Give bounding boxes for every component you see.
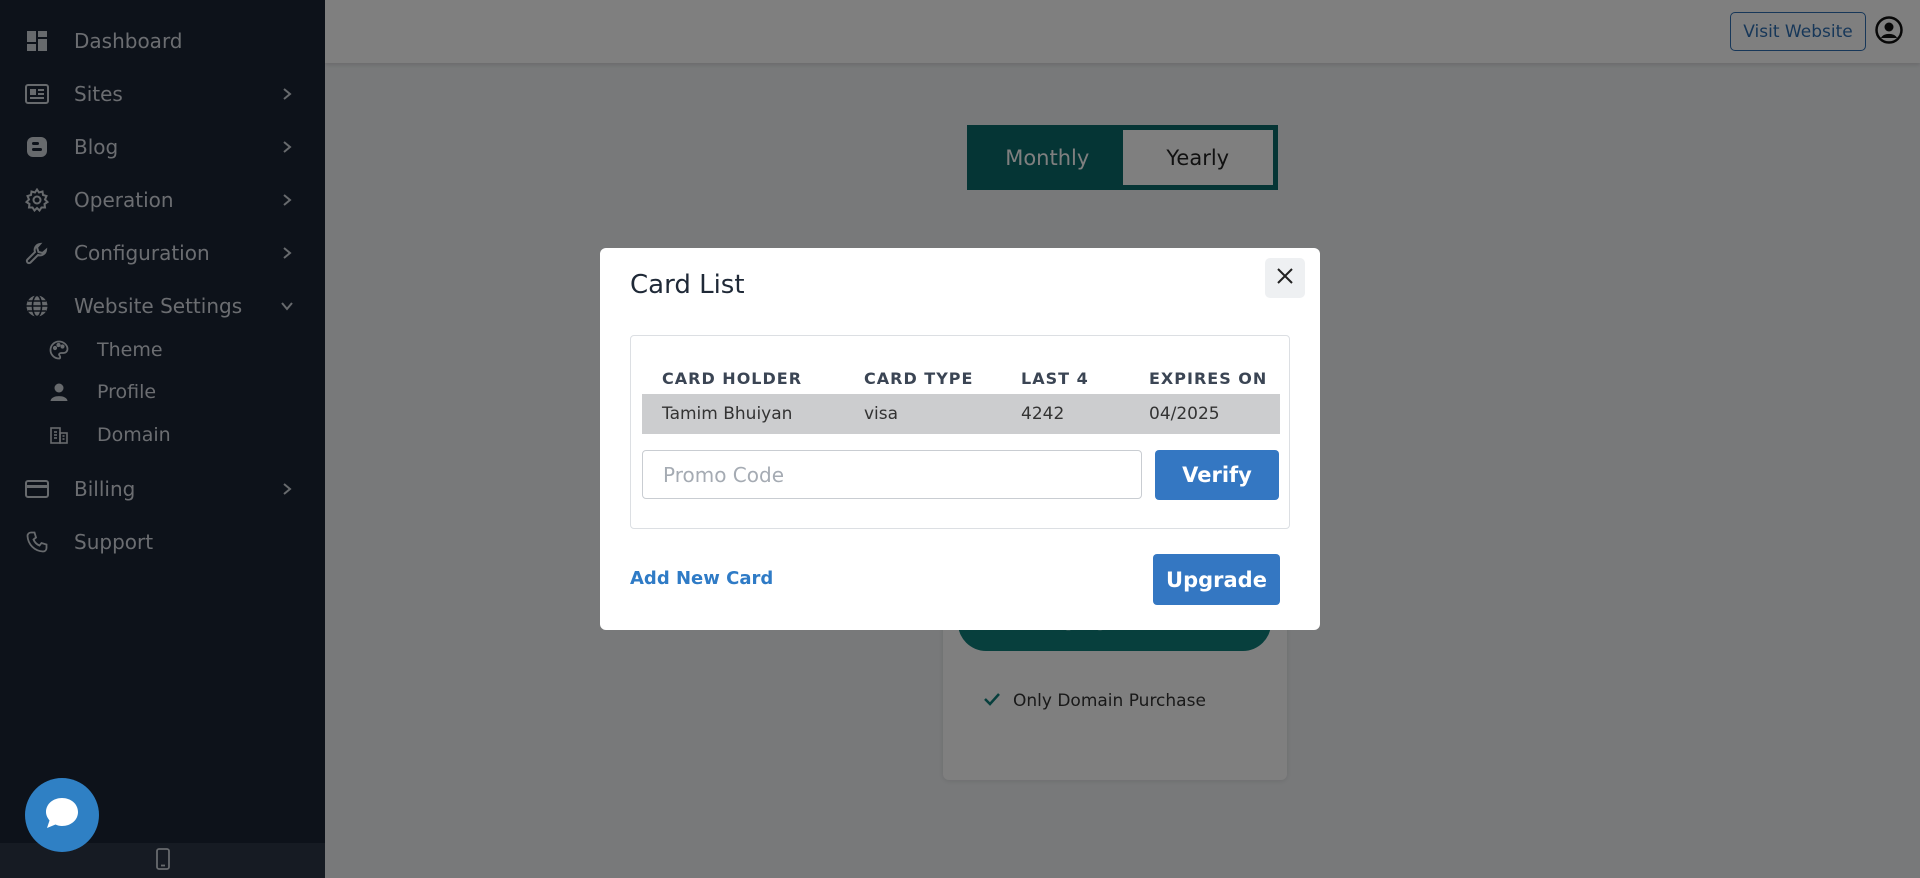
promo-code-input[interactable] — [642, 450, 1142, 499]
column-header: CARD TYPE — [864, 369, 974, 388]
last-4-cell: 4242 — [1021, 404, 1065, 424]
card-table-header: CARD HOLDER CARD TYPE LAST 4 EXPIRES ON — [642, 364, 1280, 394]
modal-title: Card List — [630, 270, 745, 300]
card-list-modal: Card List CARD HOLDER CARD TYPE LAST 4 E… — [600, 248, 1320, 630]
chat-icon — [42, 793, 82, 837]
table-row[interactable]: Tamim Bhuiyan visa 4242 04/2025 — [642, 394, 1280, 434]
card-type-cell: visa — [864, 404, 899, 424]
card-holder-cell: Tamim Bhuiyan — [662, 404, 793, 424]
upgrade-button[interactable]: Upgrade — [1153, 554, 1280, 605]
card-table-container: CARD HOLDER CARD TYPE LAST 4 EXPIRES ON … — [630, 335, 1290, 529]
column-header: CARD HOLDER — [662, 369, 803, 388]
add-new-card-link[interactable]: Add New Card — [630, 568, 773, 589]
close-modal-button[interactable] — [1265, 258, 1305, 298]
chat-launcher-button[interactable] — [25, 778, 99, 852]
column-header: EXPIRES ON — [1149, 369, 1268, 388]
verify-button[interactable]: Verify — [1155, 450, 1279, 500]
close-icon — [1276, 267, 1294, 289]
column-header: LAST 4 — [1021, 369, 1089, 388]
expires-on-cell: 04/2025 — [1149, 404, 1220, 424]
